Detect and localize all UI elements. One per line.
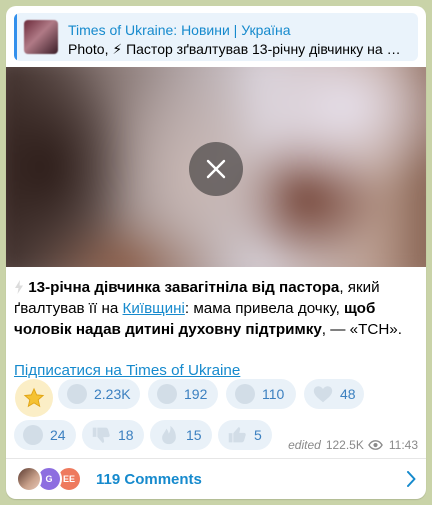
media-close-button[interactable]: [189, 142, 243, 196]
commenter-avatar: [16, 466, 42, 492]
chevron-right-icon: [407, 471, 416, 487]
reply-accent-bar: [14, 13, 17, 61]
reply-thumbnail: [24, 20, 58, 54]
reply-channel-title: Times of Ukraine: Новини | Україна: [68, 22, 291, 38]
post-plain-2: : мама привела дочку,: [184, 300, 345, 317]
reaction-3[interactable]: 110: [226, 379, 296, 409]
post-text: 13-річна дівчинка завагітніла від пастор…: [14, 277, 414, 340]
reaction-5-icon: [22, 424, 44, 446]
reaction-3-icon: [234, 383, 256, 405]
subscribe-link[interactable]: Підписатися на Times of Ukraine: [14, 362, 240, 379]
reaction-count: 48: [340, 386, 356, 402]
reaction-thumbs-down[interactable]: 18: [82, 420, 144, 450]
lightning-icon: [15, 280, 23, 294]
reaction-2-icon: [156, 383, 178, 405]
thumbs-up-icon: [226, 424, 248, 446]
reaction-count: 5: [254, 427, 262, 443]
reply-preview[interactable]: Times of Ukraine: Новини | Україна Photo…: [14, 13, 418, 61]
view-count: 122.5K: [325, 438, 364, 452]
message-meta: edited 122.5K 11:43: [288, 438, 418, 452]
reaction-1-icon: [66, 383, 88, 405]
eye-icon: [368, 440, 383, 450]
reaction-fire[interactable]: 15: [150, 420, 212, 450]
reaction-1[interactable]: 2.23K: [58, 379, 140, 409]
reaction-5[interactable]: 24: [14, 420, 76, 450]
post-plain-3: , — «ТСН».: [321, 321, 402, 338]
reaction-count: 15: [186, 427, 202, 443]
close-icon: [206, 159, 226, 179]
reaction-heart[interactable]: 48: [304, 379, 364, 409]
star-icon: [23, 387, 45, 408]
blurred-media[interactable]: [6, 67, 426, 267]
heart-icon: [312, 383, 334, 405]
reaction-count: 24: [50, 427, 66, 443]
region-link[interactable]: Київщині: [123, 300, 185, 317]
reaction-thumbs-up[interactable]: 5: [218, 420, 272, 450]
reaction-count: 2.23K: [94, 386, 131, 402]
reply-snippet: Photo, ⚡ Пастор зґвалтував 13-річну дівч…: [68, 41, 408, 57]
reaction-count: 192: [184, 386, 208, 402]
comments-button[interactable]: G EE 119 Comments: [6, 459, 426, 499]
reaction-count: 18: [118, 427, 134, 443]
edited-label: edited: [288, 438, 321, 452]
thumbs-down-icon: [90, 424, 112, 446]
message-bubble: Times of Ukraine: Новини | Україна Photo…: [6, 6, 426, 499]
comments-label: 119 Comments: [96, 471, 202, 488]
post-bold-1: 13-річна дівчинка завагітніла від пастор…: [28, 279, 340, 296]
reaction-2[interactable]: 192: [148, 379, 218, 409]
reaction-count: 110: [262, 386, 285, 402]
fire-icon: [158, 424, 180, 446]
message-time: 11:43: [388, 438, 418, 452]
star-reaction-button[interactable]: [15, 379, 53, 417]
